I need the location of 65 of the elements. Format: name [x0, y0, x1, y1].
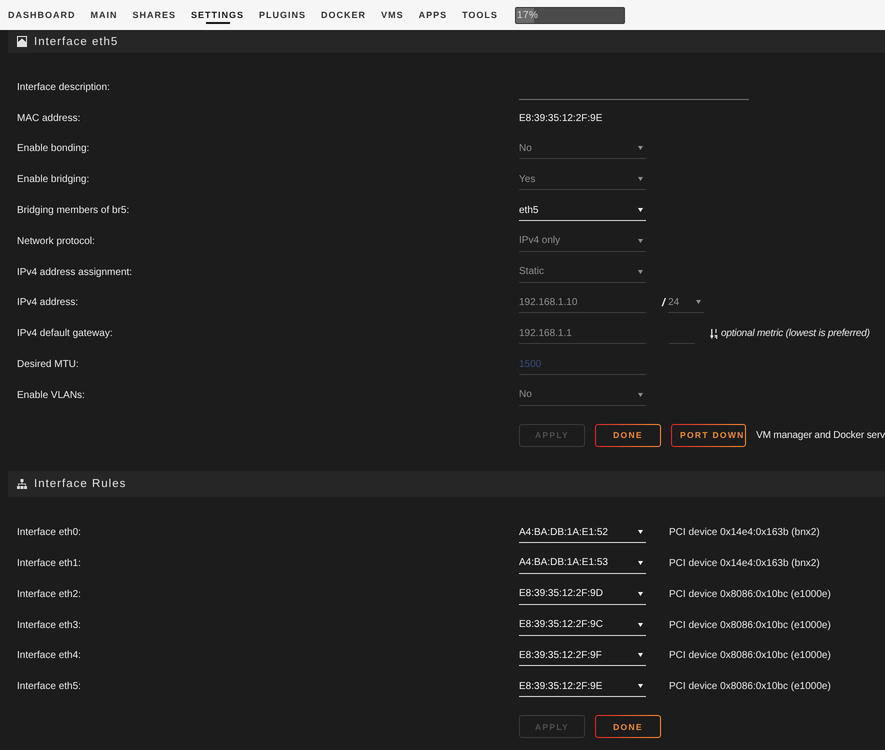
field-label: Interface eth0:: [17, 527, 82, 538]
nav-tab[interactable]: PLUGINS: [259, 0, 306, 30]
field-label: Interface eth3:: [17, 620, 82, 631]
dropdown-field[interactable]: eth5: [519, 200, 646, 222]
nav-tab[interactable]: MAIN: [90, 0, 118, 30]
caret-icon: [638, 238, 643, 243]
progress-label: 17%: [516, 10, 538, 20]
caret-icon: [696, 300, 702, 304]
sort-down-icon: [710, 328, 718, 339]
caret-icon: [638, 392, 643, 397]
sitemap-icon: [17, 478, 27, 489]
device-description: PCI device 0x8086:0x10bc (e1000e): [669, 620, 831, 631]
field-label: Interface description:: [17, 82, 111, 93]
device-description: PCI device 0x14e4:0x163b (bnx2): [669, 558, 820, 569]
nav-tab[interactable]: TOOLS: [462, 0, 498, 30]
field-label: Enable VLANs:: [17, 390, 86, 401]
section-title: Interface eth5: [34, 36, 118, 48]
nav-tab[interactable]: DASHBOARD: [8, 0, 76, 30]
image-icon: [17, 36, 27, 47]
field-label: Network protocol:: [17, 236, 96, 247]
mac-dropdown[interactable]: E8:39:35:12:2F:9F: [519, 645, 646, 666]
status-note: VM manager and Docker serv: [756, 430, 885, 441]
caret-icon: [638, 560, 643, 565]
device-description: PCI device 0x14e4:0x163b (bnx2): [669, 527, 820, 538]
caret-icon: [638, 270, 643, 274]
field-label: Interface eth2:: [17, 588, 82, 600]
mac-dropdown[interactable]: E8:39:35:12:2F:9E: [519, 676, 646, 698]
action-button[interactable]: PORT DOWN: [671, 424, 746, 447]
nav-tab[interactable]: DOCKER: [321, 0, 366, 30]
nav-tab[interactable]: SHARES: [132, 0, 176, 30]
field-label: MAC address:: [17, 112, 82, 124]
field-label: Enable bonding:: [17, 143, 90, 154]
mac-dropdown[interactable]: E8:39:35:12:2F:9C: [519, 614, 646, 636]
caret-icon: [638, 592, 643, 596]
device-description: PCI device 0x8086:0x10bc (e1000e): [669, 681, 831, 692]
caret-icon: [638, 208, 643, 212]
field-label: Enable bridging:: [17, 174, 90, 186]
field-label: Interface eth4:: [17, 650, 82, 662]
field-label: Bridging members of br5:: [17, 205, 130, 216]
field-label: Desired MTU:: [17, 359, 80, 370]
action-button[interactable]: DONE: [595, 424, 661, 447]
caret-icon: [638, 146, 643, 150]
slash-separator: /: [662, 296, 666, 309]
section-title: Interface Rules: [34, 478, 126, 490]
device-description: PCI device 0x8086:0x10bc (e1000e): [669, 650, 831, 662]
caret-icon: [638, 622, 643, 627]
field-label: Interface eth1:: [17, 558, 82, 569]
device-description: PCI device 0x8086:0x10bc (e1000e): [669, 588, 831, 600]
nav-tab[interactable]: VMS: [381, 0, 404, 30]
field-label: Interface eth5:: [17, 681, 82, 692]
field-value: E8:39:35:12:2F:9E: [519, 112, 602, 124]
field-label: IPv4 address:: [17, 297, 80, 308]
mac-dropdown[interactable]: E8:39:35:12:2F:9D: [519, 584, 646, 605]
caret-icon: [638, 177, 643, 182]
field-label: IPv4 address assignment:: [17, 266, 134, 278]
metric-hint: optional metric (lowest is preferred): [721, 328, 870, 340]
caret-icon: [638, 530, 643, 534]
mac-dropdown[interactable]: A4:BA:DB:1A:E1:53: [519, 552, 646, 574]
caret-icon: [638, 653, 643, 658]
mac-dropdown[interactable]: A4:BA:DB:1A:E1:52: [519, 522, 646, 544]
action-button[interactable]: DONE: [595, 715, 661, 738]
field-label: IPv4 default gateway:: [17, 328, 114, 340]
nav-tab[interactable]: SETTINGS: [191, 0, 244, 30]
nav-tab[interactable]: APPS: [418, 0, 448, 30]
caret-icon: [638, 684, 643, 688]
